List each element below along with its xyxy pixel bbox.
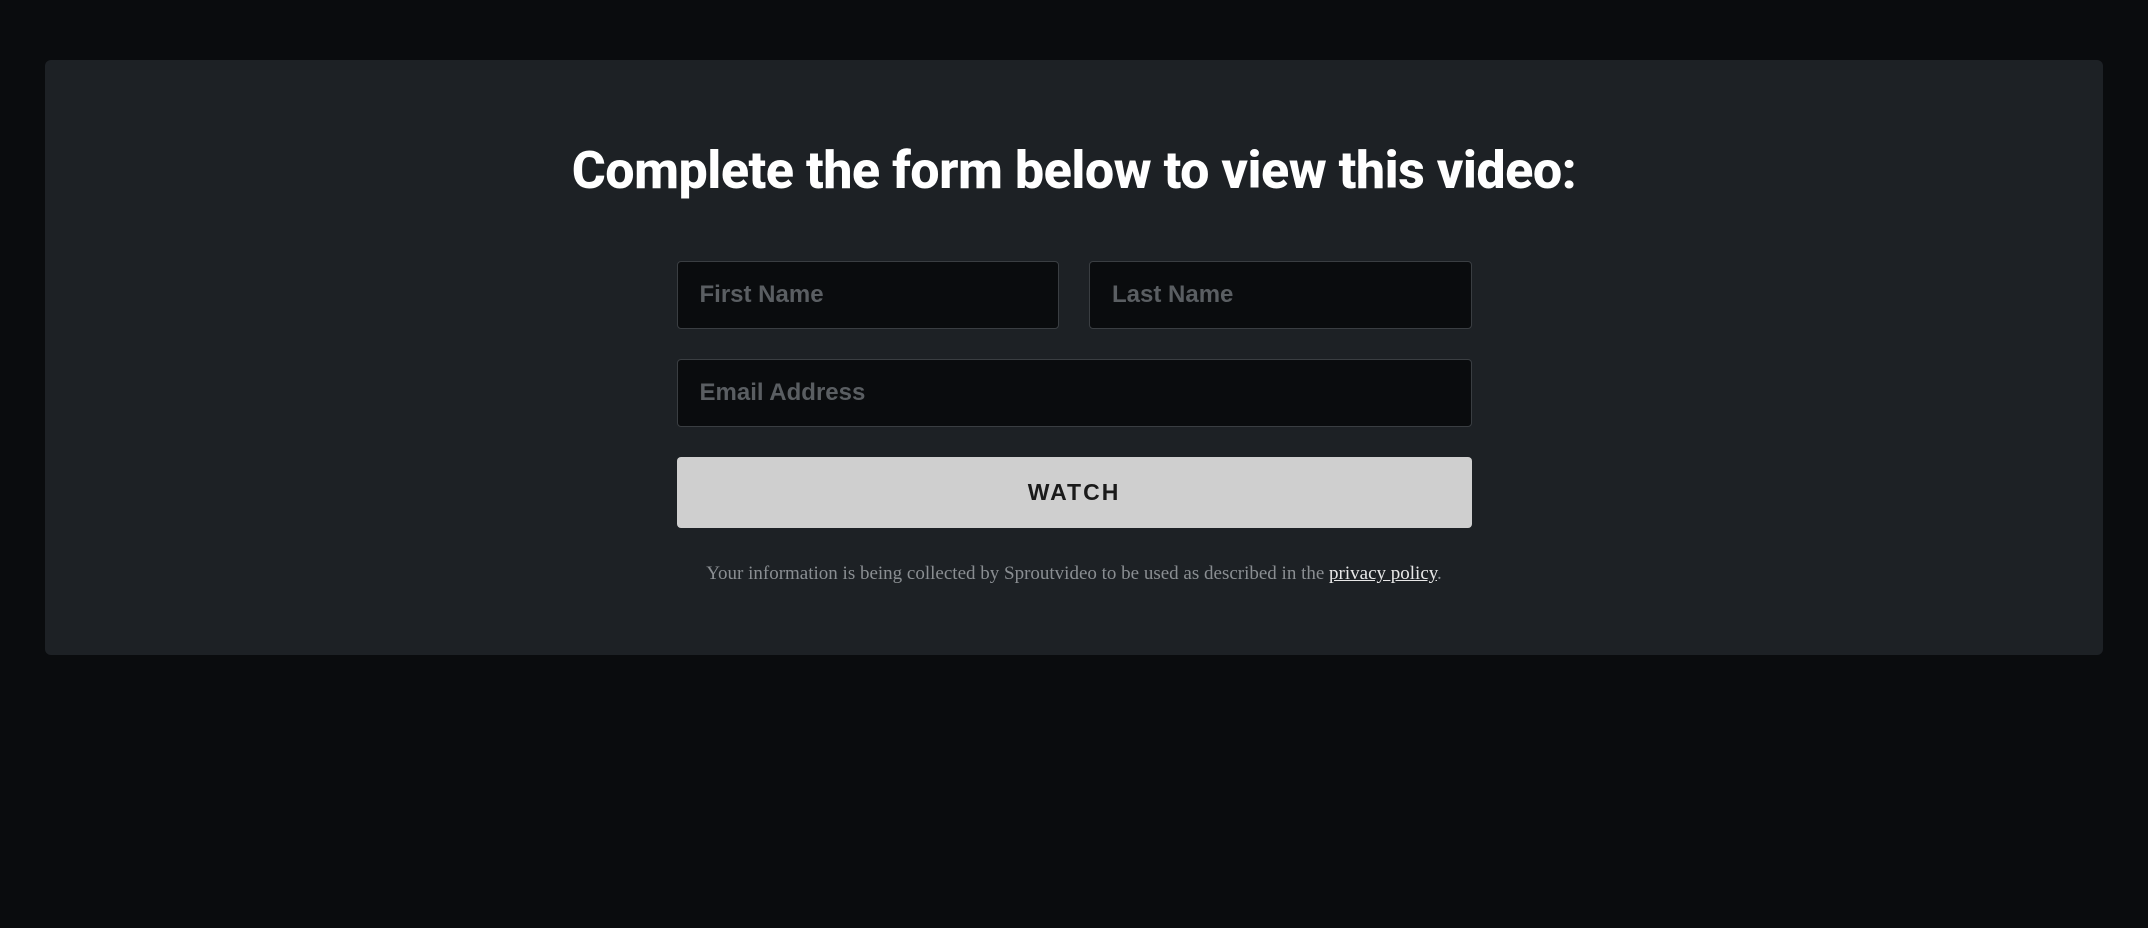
last-name-input[interactable] [1089,261,1472,329]
first-name-input[interactable] [677,261,1060,329]
form-heading: Complete the form below to view this vid… [105,140,2043,201]
disclaimer-before: Your information is being collected by S… [706,563,1329,584]
disclaimer-text: Your information is being collected by S… [677,563,1472,585]
disclaimer-after: . [1437,563,1442,584]
watch-button[interactable]: WATCH [677,457,1472,528]
form-card: Complete the form below to view this vid… [45,60,2103,655]
name-row [677,261,1472,329]
privacy-policy-link[interactable]: privacy policy [1329,563,1437,584]
form-container: WATCH Your information is being collecte… [677,261,1472,585]
email-input[interactable] [677,359,1472,427]
email-row [677,359,1472,427]
